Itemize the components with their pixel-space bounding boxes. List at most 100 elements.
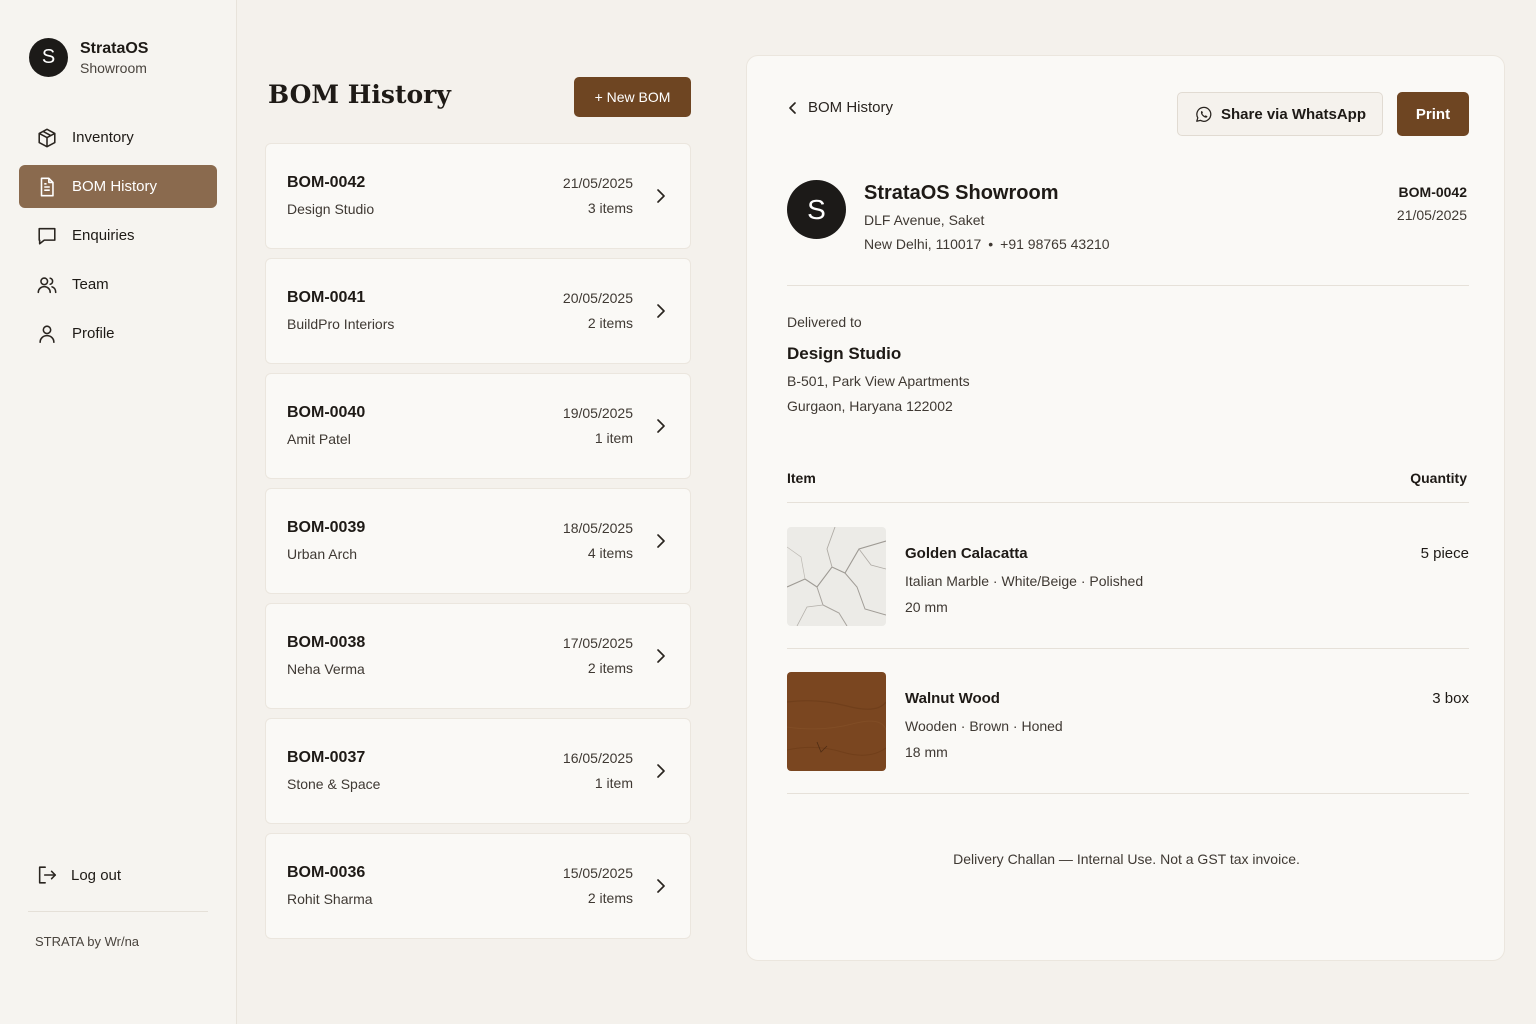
document-id: BOM-0042 — [1398, 184, 1467, 200]
logout-button[interactable]: Log out — [36, 864, 121, 886]
bom-id: BOM-0039 — [287, 519, 366, 536]
bom-client: Neha Verma — [287, 661, 365, 677]
brand-text: StrataOS Showroom — [80, 39, 148, 77]
users-icon — [37, 276, 57, 293]
chevron-right-icon — [657, 419, 665, 433]
logout-label: Log out — [71, 866, 122, 884]
bom-client: BuildPro Interiors — [287, 316, 395, 332]
chevron-right-icon — [657, 649, 665, 663]
bom-date: 21/05/2025 — [562, 175, 633, 191]
bom-card-0036[interactable]: BOM-0036 Rohit Sharma 15/05/2025 2 items — [265, 833, 691, 939]
delivered-to-name: Design Studio — [787, 344, 902, 363]
bom-date: 15/05/2025 — [562, 865, 633, 881]
bom-item-count: 2 items — [587, 890, 633, 906]
shop-address-line2: New Delhi, 110017 • +91 98765 43210 — [864, 236, 1110, 252]
back-link-label: BOM History — [808, 99, 894, 116]
divider — [787, 285, 1469, 286]
item-quantity: 5 piece — [1420, 545, 1469, 562]
bom-date: 18/05/2025 — [562, 520, 633, 536]
chevron-right-icon — [657, 189, 665, 203]
chat-icon — [38, 227, 56, 245]
bom-detail-panel: BOM History Share via WhatsApp Print S S… — [746, 55, 1505, 961]
bom-id: BOM-0041 — [287, 289, 366, 306]
chevron-right-icon — [657, 879, 665, 893]
bom-item-count: 2 items — [587, 315, 633, 331]
sidebar-item-label: Profile — [72, 325, 115, 342]
bom-client: Amit Patel — [287, 431, 351, 447]
bom-id: BOM-0036 — [287, 864, 366, 881]
document-date: 21/05/2025 — [1396, 207, 1467, 223]
bom-list: BOM-0042 Design Studio 21/05/2025 3 item… — [265, 143, 691, 948]
sidebar-item-label: BOM History — [72, 178, 158, 195]
document-icon — [40, 177, 54, 196]
bom-item-count: 2 items — [587, 660, 633, 676]
delivered-to-address-line2: Gurgaon, Haryana 122002 — [787, 398, 953, 414]
chevron-left-icon — [789, 101, 796, 114]
page-title: BOM History — [268, 80, 451, 109]
chevron-right-icon — [657, 304, 665, 318]
item-spec: Wooden · Brown · Honed — [905, 718, 1063, 734]
bom-item-count: 1 item — [594, 775, 633, 791]
sidebar-item-team[interactable]: Team — [19, 263, 217, 306]
bom-id: BOM-0038 — [287, 634, 366, 651]
sidebar-item-profile[interactable]: Profile — [19, 312, 217, 355]
wood-swatch-image — [787, 672, 886, 771]
footnote: Delivery Challan — Internal Use. Not a G… — [953, 851, 1300, 867]
share-whatsapp-button[interactable]: Share via WhatsApp — [1177, 92, 1383, 136]
sidebar-item-bom-history[interactable]: BOM History — [19, 165, 217, 208]
divider — [787, 502, 1469, 503]
bom-client: Stone & Space — [287, 776, 381, 792]
sidebar-divider — [28, 911, 208, 912]
shop-city: New Delhi, 110017 — [864, 236, 982, 252]
bom-client: Rohit Sharma — [287, 891, 373, 907]
box-icon — [38, 128, 56, 147]
table-row: Golden Calacatta Italian Marble · White/… — [787, 527, 1469, 627]
bom-id: BOM-0037 — [287, 749, 366, 766]
item-thickness: 20 mm — [905, 599, 948, 615]
brand: S StrataOS Showroom — [29, 38, 148, 77]
bom-date: 17/05/2025 — [562, 635, 633, 651]
sidebar: S StrataOS Showroom Inventory BOM Histor… — [0, 0, 237, 1024]
bom-card-0042[interactable]: BOM-0042 Design Studio 21/05/2025 3 item… — [265, 143, 691, 249]
sidebar-item-inventory[interactable]: Inventory — [19, 116, 217, 159]
bom-item-count: 1 item — [594, 430, 633, 446]
bom-id: BOM-0040 — [287, 404, 366, 421]
item-name: Golden Calacatta — [905, 545, 1028, 562]
bom-id: BOM-0042 — [287, 174, 366, 191]
brand-subtitle: Showroom — [80, 59, 147, 76]
bom-date: 19/05/2025 — [562, 405, 633, 421]
sidebar-item-label: Team — [72, 276, 109, 293]
sidebar-item-label: Inventory — [72, 129, 134, 146]
separator: • — [988, 236, 994, 252]
back-link[interactable]: BOM History — [786, 99, 893, 116]
bom-card-0041[interactable]: BOM-0041 BuildPro Interiors 20/05/2025 2… — [265, 258, 691, 364]
sidebar-nav: Inventory BOM History Enquiries Team Pro… — [19, 116, 217, 361]
shop-avatar: S — [787, 180, 846, 239]
logout-icon — [38, 866, 57, 884]
bom-item-count: 4 items — [587, 545, 633, 561]
print-button[interactable]: Print — [1397, 92, 1469, 136]
chevron-right-icon — [657, 764, 665, 778]
user-icon — [39, 324, 55, 343]
divider — [787, 648, 1469, 649]
item-spec: Italian Marble · White/Beige · Polished — [905, 573, 1144, 589]
marble-swatch-image — [787, 527, 886, 626]
delivered-to-label: Delivered to — [787, 314, 862, 330]
table-header-quantity: Quantity — [1410, 470, 1467, 486]
share-whatsapp-label: Share via WhatsApp — [1220, 105, 1367, 123]
chevron-right-icon — [657, 534, 665, 548]
bom-card-0039[interactable]: BOM-0039 Urban Arch 18/05/2025 4 items — [265, 488, 691, 594]
brand-name: StrataOS — [80, 39, 149, 57]
new-bom-button[interactable]: + New BOM — [574, 77, 691, 117]
item-thickness: 18 mm — [905, 744, 948, 760]
bom-date: 20/05/2025 — [562, 290, 633, 306]
bom-card-0040[interactable]: BOM-0040 Amit Patel 19/05/2025 1 item — [265, 373, 691, 479]
bom-card-0037[interactable]: BOM-0037 Stone & Space 16/05/2025 1 item — [265, 718, 691, 824]
bom-client: Design Studio — [287, 201, 375, 217]
sidebar-item-enquiries[interactable]: Enquiries — [19, 214, 217, 257]
whatsapp-icon — [1196, 106, 1212, 122]
bom-card-0038[interactable]: BOM-0038 Neha Verma 17/05/2025 2 items — [265, 603, 691, 709]
sidebar-item-label: Enquiries — [72, 227, 135, 244]
table-header-item: Item — [787, 470, 816, 486]
shop-address-line1: DLF Avenue, Saket — [864, 212, 985, 228]
